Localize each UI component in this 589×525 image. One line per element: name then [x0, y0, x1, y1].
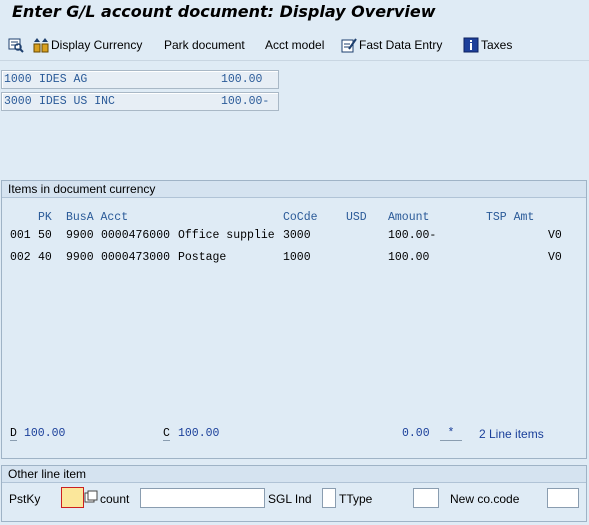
amount-cell: 100.00- [388, 229, 437, 242]
display-currency-button[interactable]: Display Currency [33, 36, 142, 54]
ttype-label: TType [339, 492, 373, 506]
account-number: 0000476000 [101, 229, 171, 242]
park-document-button[interactable]: Park document [164, 36, 245, 54]
debit-total: 100.00 [24, 427, 66, 440]
amount-cell: 100.00 [388, 251, 430, 264]
other-line-item-title: Other line item [2, 466, 586, 483]
company-code-row: 1000 IDES AG 100.00 [1, 70, 279, 89]
column-header-busa-acct[interactable]: BusA Acct [66, 211, 128, 224]
company-amount: 100.00 [221, 73, 263, 86]
posting-key: 40 [38, 251, 52, 264]
pstky-label: PstKy [9, 492, 41, 506]
company-code-cell: 3000 [283, 229, 311, 242]
park-document-label: Park document [164, 38, 245, 52]
account-number: 0000473000 [101, 251, 171, 264]
application-toolbar: Display Currency Park document Acct mode… [0, 28, 589, 61]
window-title: Enter G/L account document: Display Over… [12, 2, 436, 21]
items-section-title: Items in document currency [2, 181, 586, 198]
line-number: 001 [10, 229, 31, 242]
currency-icon [33, 38, 49, 53]
tax-code-cell: V0 [548, 251, 562, 264]
account-label: count [100, 492, 130, 506]
fast-data-entry-label: Fast Data Entry [359, 38, 443, 52]
overview-icon-button[interactable] [8, 36, 26, 54]
company-code: 3000 [4, 95, 32, 108]
info-icon [463, 37, 479, 53]
line-items-count: 2 Line items [479, 427, 544, 441]
new-cocode-label: New co.code [450, 492, 520, 506]
column-header-amount[interactable]: Amount [388, 211, 429, 224]
overview-icon [8, 38, 24, 53]
company-name: IDES AG [39, 73, 88, 86]
balance-indicator: * [440, 427, 462, 441]
company-code-row: 3000 IDES US INC 100.00- [1, 92, 279, 111]
acct-model-button[interactable]: Acct model [265, 36, 324, 54]
fast-data-entry-button[interactable]: Fast Data Entry [341, 36, 442, 54]
business-area: 9900 [66, 251, 94, 264]
company-name: IDES US INC [39, 95, 115, 108]
taxes-button[interactable]: Taxes [463, 36, 512, 54]
debit-label: D [10, 427, 17, 441]
column-header-cocde[interactable]: CoCde [283, 211, 318, 224]
business-area: 9900 [66, 229, 94, 242]
sgl-ind-input[interactable] [322, 488, 336, 508]
column-header-tsp-amt[interactable]: TSP Amt [486, 211, 534, 224]
taxes-label: Taxes [481, 38, 513, 52]
posting-key: 50 [38, 229, 52, 242]
copy-icon [84, 490, 98, 503]
column-header-usd[interactable]: USD [346, 211, 367, 224]
company-code-cell: 1000 [283, 251, 311, 264]
credit-total: 100.00 [178, 427, 220, 440]
display-currency-label: Display Currency [51, 38, 143, 52]
balance-value: 0.00 [402, 427, 430, 440]
account-input[interactable] [140, 488, 265, 508]
company-amount: 100.00- [221, 95, 270, 108]
account-text: Postage [178, 251, 227, 264]
title-bar: Enter G/L account document: Display Over… [0, 0, 589, 27]
company-code: 1000 [4, 73, 32, 86]
column-header-pk[interactable]: PK [38, 211, 52, 224]
sgl-ind-label: SGL Ind [268, 492, 312, 506]
new-cocode-input[interactable] [547, 488, 579, 508]
acct-model-label: Acct model [265, 38, 325, 52]
ttype-input[interactable] [413, 488, 439, 508]
credit-label: C [163, 427, 170, 441]
account-text: Office supplie [178, 229, 275, 242]
search-help-icon[interactable] [84, 490, 98, 504]
tax-code-cell: V0 [548, 229, 562, 242]
line-number: 002 [10, 251, 31, 264]
posting-key-input[interactable] [61, 487, 84, 508]
edit-document-icon [341, 38, 357, 53]
